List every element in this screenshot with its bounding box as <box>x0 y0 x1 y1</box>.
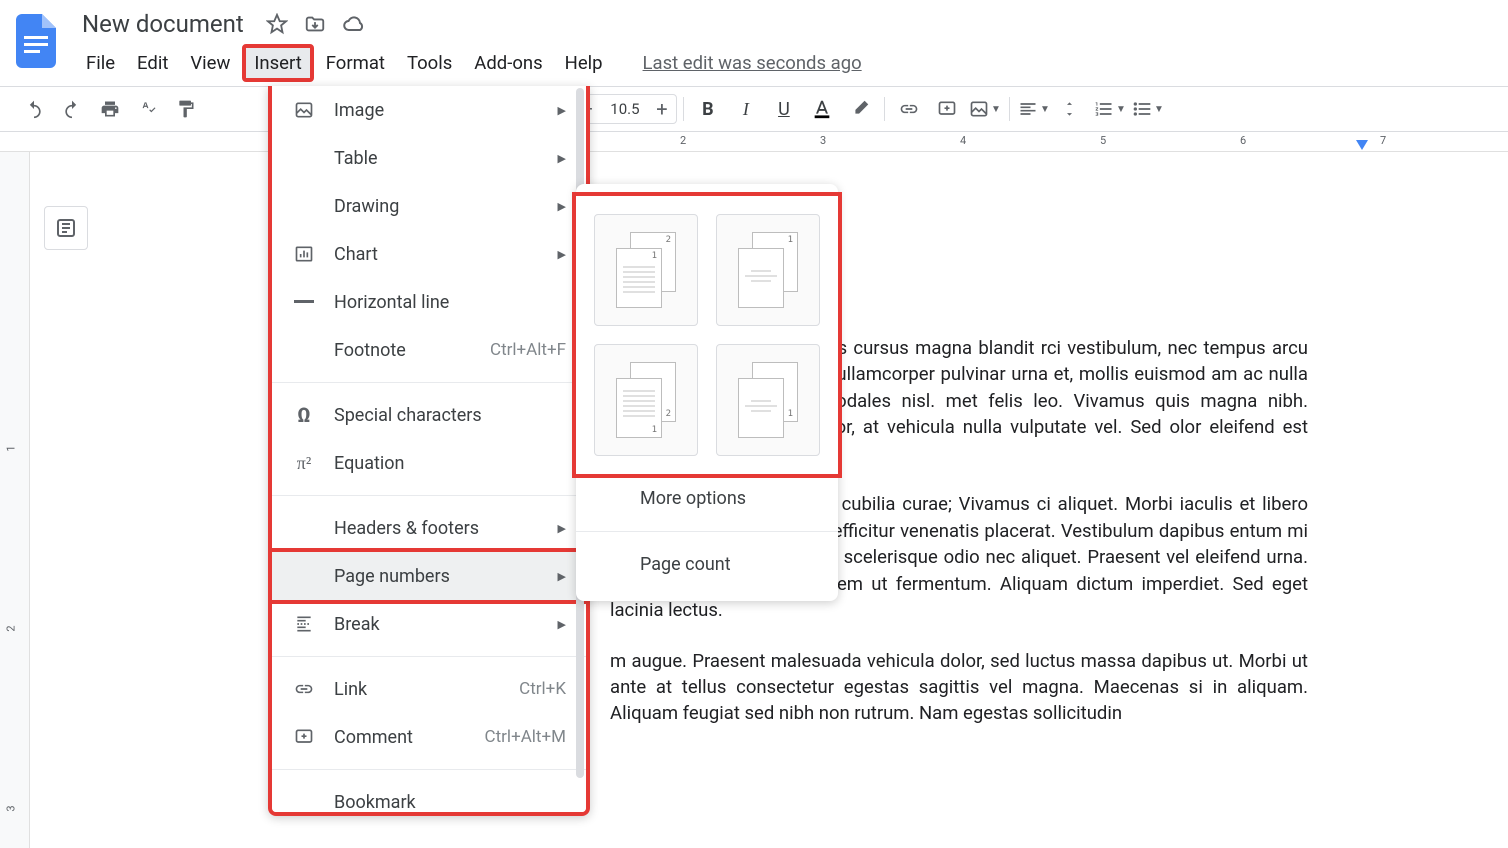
divider <box>272 656 586 657</box>
toolbar: ▼ − 10.5 + B I U ▼ ▼ ▼ ▼ <box>0 86 1508 132</box>
menu-item-chart[interactable]: Chart ▶ <box>272 230 586 278</box>
doc-title[interactable]: New document <box>76 8 250 40</box>
right-indent-marker[interactable] <box>1356 140 1368 150</box>
menu-edit[interactable]: Edit <box>127 46 178 80</box>
menu-item-bookmark[interactable]: Bookmark <box>272 778 586 816</box>
bullet-list-button[interactable]: ▼ <box>1130 91 1166 127</box>
menu-tools[interactable]: Tools <box>397 46 462 80</box>
menu-file[interactable]: File <box>76 46 125 80</box>
move-icon[interactable] <box>304 13 326 35</box>
page-number-option-header-right-skip-first[interactable]: 1 <box>716 214 820 326</box>
highlight-button[interactable] <box>842 91 878 127</box>
numbered-list-button[interactable]: ▼ <box>1092 91 1128 127</box>
chevron-right-icon: ▶ <box>558 248 566 261</box>
chart-icon <box>292 242 316 266</box>
menu-view[interactable]: View <box>180 46 240 80</box>
menu-addons[interactable]: Add-ons <box>464 46 552 80</box>
chevron-right-icon: ▶ <box>558 200 566 213</box>
align-button[interactable]: ▼ <box>1016 91 1052 127</box>
link-button[interactable] <box>891 91 927 127</box>
omega-icon: Ω <box>292 403 316 427</box>
chevron-right-icon: ▶ <box>558 618 566 631</box>
menu-insert[interactable]: Insert <box>242 44 313 82</box>
divider <box>272 495 586 496</box>
docs-logo-icon[interactable] <box>16 14 56 68</box>
menu-item-horizontal-line[interactable]: Horizontal line <box>272 278 586 326</box>
equation-icon: π² <box>292 451 316 475</box>
chevron-right-icon: ▶ <box>558 522 566 535</box>
menu-bar: File Edit View Insert Format Tools Add-o… <box>76 44 1492 82</box>
font-size-value[interactable]: 10.5 <box>602 100 648 118</box>
menu-item-link[interactable]: Link Ctrl+K <box>272 665 586 713</box>
chevron-right-icon: ▶ <box>558 104 566 117</box>
underline-button[interactable]: U <box>766 91 802 127</box>
menu-item-drawing[interactable]: Drawing ▶ <box>272 182 586 230</box>
outline-toggle-button[interactable] <box>44 206 88 250</box>
divider <box>272 769 586 770</box>
bold-button[interactable]: B <box>690 91 726 127</box>
break-icon <box>292 612 316 636</box>
menu-help[interactable]: Help <box>555 46 613 80</box>
horizontal-ruler[interactable]: 2 3 4 5 6 7 <box>0 132 1508 152</box>
page-number-option-footer-right[interactable]: 2 1 <box>594 344 698 456</box>
app-header: New document File Edit View Insert Forma… <box>0 0 1508 86</box>
doc-info: New document File Edit View Insert Forma… <box>76 8 1492 82</box>
chevron-right-icon: ▶ <box>558 570 566 583</box>
insert-menu-dropdown: Image ▶ Table ▶ Drawing ▶ Chart ▶ Horizo… <box>268 86 590 816</box>
menu-item-page-numbers[interactable]: Page numbers ▶ <box>268 548 590 604</box>
menu-format[interactable]: Format <box>316 46 395 80</box>
image-icon <box>292 98 316 122</box>
submenu-page-count[interactable]: Page count <box>576 540 838 589</box>
chevron-right-icon: ▶ <box>558 152 566 165</box>
submenu-more-options[interactable]: More options <box>576 474 838 523</box>
menu-item-image[interactable]: Image ▶ <box>272 86 586 134</box>
menu-item-special-chars[interactable]: Ω Special characters <box>272 391 586 439</box>
format-paint-button[interactable] <box>168 91 204 127</box>
divider <box>272 382 586 383</box>
paragraph-3: m augue. Praesent malesuada vehicula dol… <box>610 648 1308 727</box>
star-icon[interactable] <box>266 13 288 35</box>
line-spacing-button[interactable] <box>1054 91 1090 127</box>
vertical-ruler[interactable]: 1 2 3 <box>0 152 30 848</box>
divider <box>576 531 838 532</box>
italic-button[interactable]: I <box>728 91 764 127</box>
comment-icon <box>292 725 316 749</box>
insert-image-button[interactable]: ▼ <box>967 91 1003 127</box>
page-number-option-footer-right-skip-first[interactable]: 1 <box>716 344 820 456</box>
menu-item-equation[interactable]: π² Equation <box>272 439 586 487</box>
redo-button[interactable] <box>54 91 90 127</box>
menu-item-comment[interactable]: Comment Ctrl+Alt+M <box>272 713 586 761</box>
menu-item-footnote[interactable]: Footnote Ctrl+Alt+F <box>272 326 586 374</box>
link-icon <box>292 677 316 701</box>
menu-item-break[interactable]: Break ▶ <box>272 600 586 648</box>
menu-item-table[interactable]: Table ▶ <box>272 134 586 182</box>
last-edit-link[interactable]: Last edit was seconds ago <box>643 52 862 74</box>
font-size-increase[interactable]: + <box>648 95 676 123</box>
text-color-button[interactable] <box>804 91 840 127</box>
cloud-status-icon[interactable] <box>342 13 364 35</box>
print-button[interactable] <box>92 91 128 127</box>
undo-button[interactable] <box>16 91 52 127</box>
horizontal-line-icon <box>292 290 316 314</box>
page-number-option-header-right[interactable]: 2 1 <box>594 214 698 326</box>
page-numbers-submenu: 2 1 1 2 1 1 More options Page count <box>576 184 838 601</box>
menu-item-headers-footers[interactable]: Headers & footers ▶ <box>272 504 586 552</box>
spellcheck-button[interactable] <box>130 91 166 127</box>
comment-button[interactable] <box>929 91 965 127</box>
